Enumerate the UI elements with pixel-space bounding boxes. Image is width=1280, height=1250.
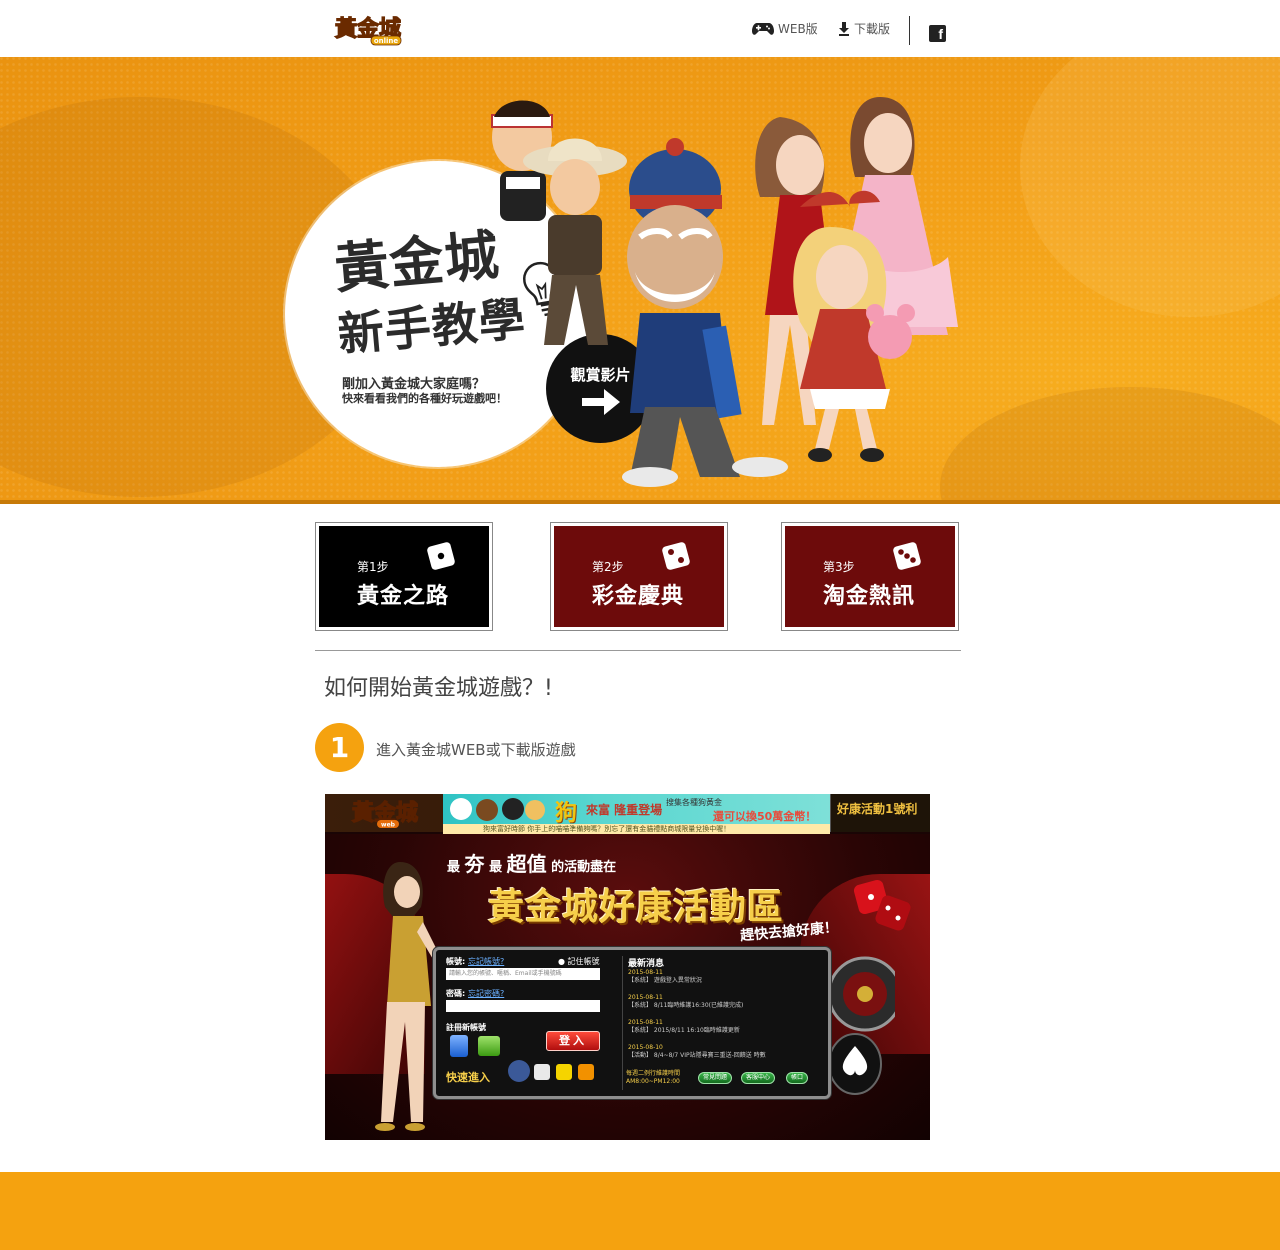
site-header: 黃金城 online WEB版 下載版 f — [0, 0, 1280, 57]
banner-dog-word: 狗 — [555, 801, 578, 826]
faq-button[interactable]: 常見問題 — [698, 1072, 733, 1084]
brand-logo[interactable]: 黃金城 online — [327, 12, 409, 46]
maintenance-info: 每週二例行維護時間 AM8:00~PM12:00 — [626, 1070, 680, 1086]
nav-web-label: WEB版 — [778, 22, 818, 36]
news-text: 【活動】 8/4~8/7 VIP站隱尋寶三重送-回饋送 時數 — [628, 1052, 766, 1059]
step-name-label: 黃金之路 — [357, 584, 450, 609]
footer-band — [0, 1172, 1280, 1250]
google-login-icon[interactable] — [534, 1064, 550, 1080]
red-dice-illustration — [853, 879, 911, 931]
screenshot-side-promo: 好康活動1號利 — [830, 794, 930, 832]
step-button-1[interactable]: 第1步 黃金之路 — [315, 522, 493, 631]
step-name-label: 彩金慶典 — [592, 584, 685, 609]
login-form: 帳號: 忘記帳號? ● 記住帳號 請輸入您的帳號、暱稱、Email或手機號碼 密… — [442, 956, 617, 1090]
email-register-icon[interactable] — [478, 1036, 500, 1056]
step-button-3-face: 第3步 淘金熱訊 — [785, 526, 955, 627]
quick-entry-label: 快速進入 — [446, 1071, 490, 1084]
news-text: 【系統】 2015/8/11 16:10臨時維護更新 — [628, 1027, 740, 1034]
yahoo-login-icon[interactable] — [556, 1064, 572, 1080]
password-label: 密碼: — [446, 989, 466, 998]
news-text: 【系統】 遊戲登入異常狀況 — [628, 977, 702, 984]
headline-part: 夯 — [464, 852, 485, 876]
screenshot-main-title: 黃金城好康活動區 — [488, 887, 785, 928]
news-date: 2015-08-11 — [628, 1019, 663, 1026]
remember-account-label: 記住帳號 — [567, 957, 600, 966]
step-name-label: 淘金熱訊 — [823, 584, 916, 609]
section-title: 如何開始黃金城遊戲？! — [324, 676, 553, 701]
banner-text: 搜集各種狗黃金 — [666, 798, 722, 807]
dice-three-icon — [893, 542, 921, 570]
nav-download-label: 下載版 — [854, 22, 891, 36]
account-input[interactable]: 請輸入您的帳號、暱稱、Email或手機號碼 — [446, 968, 600, 980]
register-label: 註冊新帳號 — [446, 1023, 486, 1032]
headline-part: 超值 — [506, 852, 547, 876]
login-button[interactable]: 登入 — [546, 1031, 600, 1051]
news-item[interactable]: 2015-08-11 【系統】 遊戲登入異常狀況 — [628, 969, 818, 985]
news-item[interactable]: 2015-08-11 【系統】 2015/8/11 16:10臨時維護更新 — [628, 1019, 818, 1035]
download-icon — [839, 21, 849, 36]
account-label: 帳號: — [446, 957, 466, 966]
headline-part: 最 — [489, 860, 503, 875]
maintenance-time: AM8:00~PM12:00 — [626, 1078, 680, 1085]
logo-subtext: online — [374, 37, 399, 45]
step-instruction: 進入黃金城WEB或下載版遊戲 — [376, 741, 576, 759]
step-button-3[interactable]: 第3步 淘金熱訊 — [781, 522, 959, 631]
screenshot-ticker: 狗來富好時節 你手上的喵喵準備夠嗎？別忘了還有金貓禮點商城限量兌換中喔！ — [443, 824, 830, 834]
game-web-screenshot: 黃金城 web 狗 來富 隆重登場 搜集各種狗黃金 還可以換50萬金幣！ 好康活… — [325, 794, 930, 1140]
hero-banner: 黃金城 新手教學 剛加入黃金城大家庭嗎？ 快來看看我們的各種好玩遊戲吧！ 觀賞影… — [0, 57, 1280, 504]
news-date: 2015-08-11 — [628, 969, 663, 976]
news-title: 最新消息 — [628, 959, 665, 969]
nav-separator — [909, 16, 910, 45]
step-number-badge: 1 — [315, 723, 364, 772]
hero-bottom-border — [0, 500, 1280, 504]
banner-headline: 來富 隆重登場 — [586, 803, 663, 817]
news-item[interactable]: 2015-08-10 【活動】 8/4~8/7 VIP站隱尋寶三重送-回饋送 時數 — [628, 1044, 818, 1060]
nav-download-version[interactable]: 下載版 — [838, 0, 890, 57]
headline-part: 的活動盡在 — [551, 860, 617, 875]
news-date: 2015-08-10 — [628, 1044, 663, 1051]
screenshot-logo-sub: web — [381, 822, 396, 829]
support-button[interactable]: 客服中心 — [741, 1072, 776, 1084]
forgot-password-link[interactable]: 忘記密碼? — [468, 988, 504, 999]
side-promo-title: 好康活動1號利 — [837, 802, 918, 816]
account-button[interactable]: 帳口 — [786, 1072, 809, 1084]
game-characters-illustration — [491, 97, 958, 487]
maintenance-line: 每週二例行維護時間 — [626, 1070, 681, 1077]
section-divider — [315, 650, 961, 651]
dice-one-icon — [427, 542, 455, 570]
remember-account-checkbox[interactable]: ● 記住帳號 — [558, 956, 600, 967]
step-button-2[interactable]: 第2步 彩金慶典 — [550, 522, 728, 631]
step-button-1-face: 第1步 黃金之路 — [319, 526, 489, 627]
screenshot-headline: 最 夯 最 超值 的活動盡在 — [447, 848, 616, 877]
hero-background-shape — [1020, 57, 1280, 317]
phone-register-icon[interactable] — [450, 1035, 468, 1057]
forgot-account-link[interactable]: 忘記帳號? — [468, 956, 504, 967]
facebook-icon[interactable]: f — [929, 25, 946, 42]
news-item[interactable]: 2015-08-11 【系統】 8/11臨時維護16:30(已維護完成) — [628, 994, 818, 1010]
step-number-label: 第2步 — [592, 560, 624, 574]
screenshot-logo: 黃金城 web — [351, 799, 418, 829]
news-text: 【系統】 8/11臨時維護16:30(已維護完成) — [628, 1002, 744, 1009]
gamania-login-icon[interactable] — [578, 1064, 594, 1080]
login-news-panel: 帳號: 忘記帳號? ● 記住帳號 請輸入您的帳號、暱稱、Email或手機號碼 密… — [433, 947, 831, 1099]
gamepad-icon — [752, 22, 774, 35]
password-input[interactable] — [446, 1000, 600, 1012]
dog-illustration — [450, 798, 545, 821]
news-date: 2015-08-11 — [628, 994, 663, 1001]
banner-reward: 還可以換50萬金幣！ — [713, 810, 817, 823]
step-number-label: 第3步 — [823, 560, 855, 574]
facebook-login-icon[interactable] — [508, 1060, 530, 1082]
dice-two-icon — [662, 542, 690, 570]
news-panel: 最新消息 2015-08-11 【系統】 遊戲登入異常狀況 2015-08-11 【… — [622, 956, 822, 1090]
step-number-label: 第1步 — [357, 560, 389, 574]
nav-web-version[interactable]: WEB版 — [752, 0, 818, 57]
hero-background-shape — [940, 387, 1280, 504]
character-cowboy — [523, 138, 627, 345]
step-button-2-face: 第2步 彩金慶典 — [554, 526, 724, 627]
screenshot-stage: 最 夯 最 超值 的活動盡在 黃金城好康活動區 趕快去搶好康！ 帳號: 忘記帳號… — [325, 834, 930, 1140]
screenshot-promo-banner: 狗 來富 隆重登場 搜集各種狗黃金 還可以換50萬金幣！ — [443, 794, 830, 826]
roulette-illustration — [827, 956, 895, 1095]
